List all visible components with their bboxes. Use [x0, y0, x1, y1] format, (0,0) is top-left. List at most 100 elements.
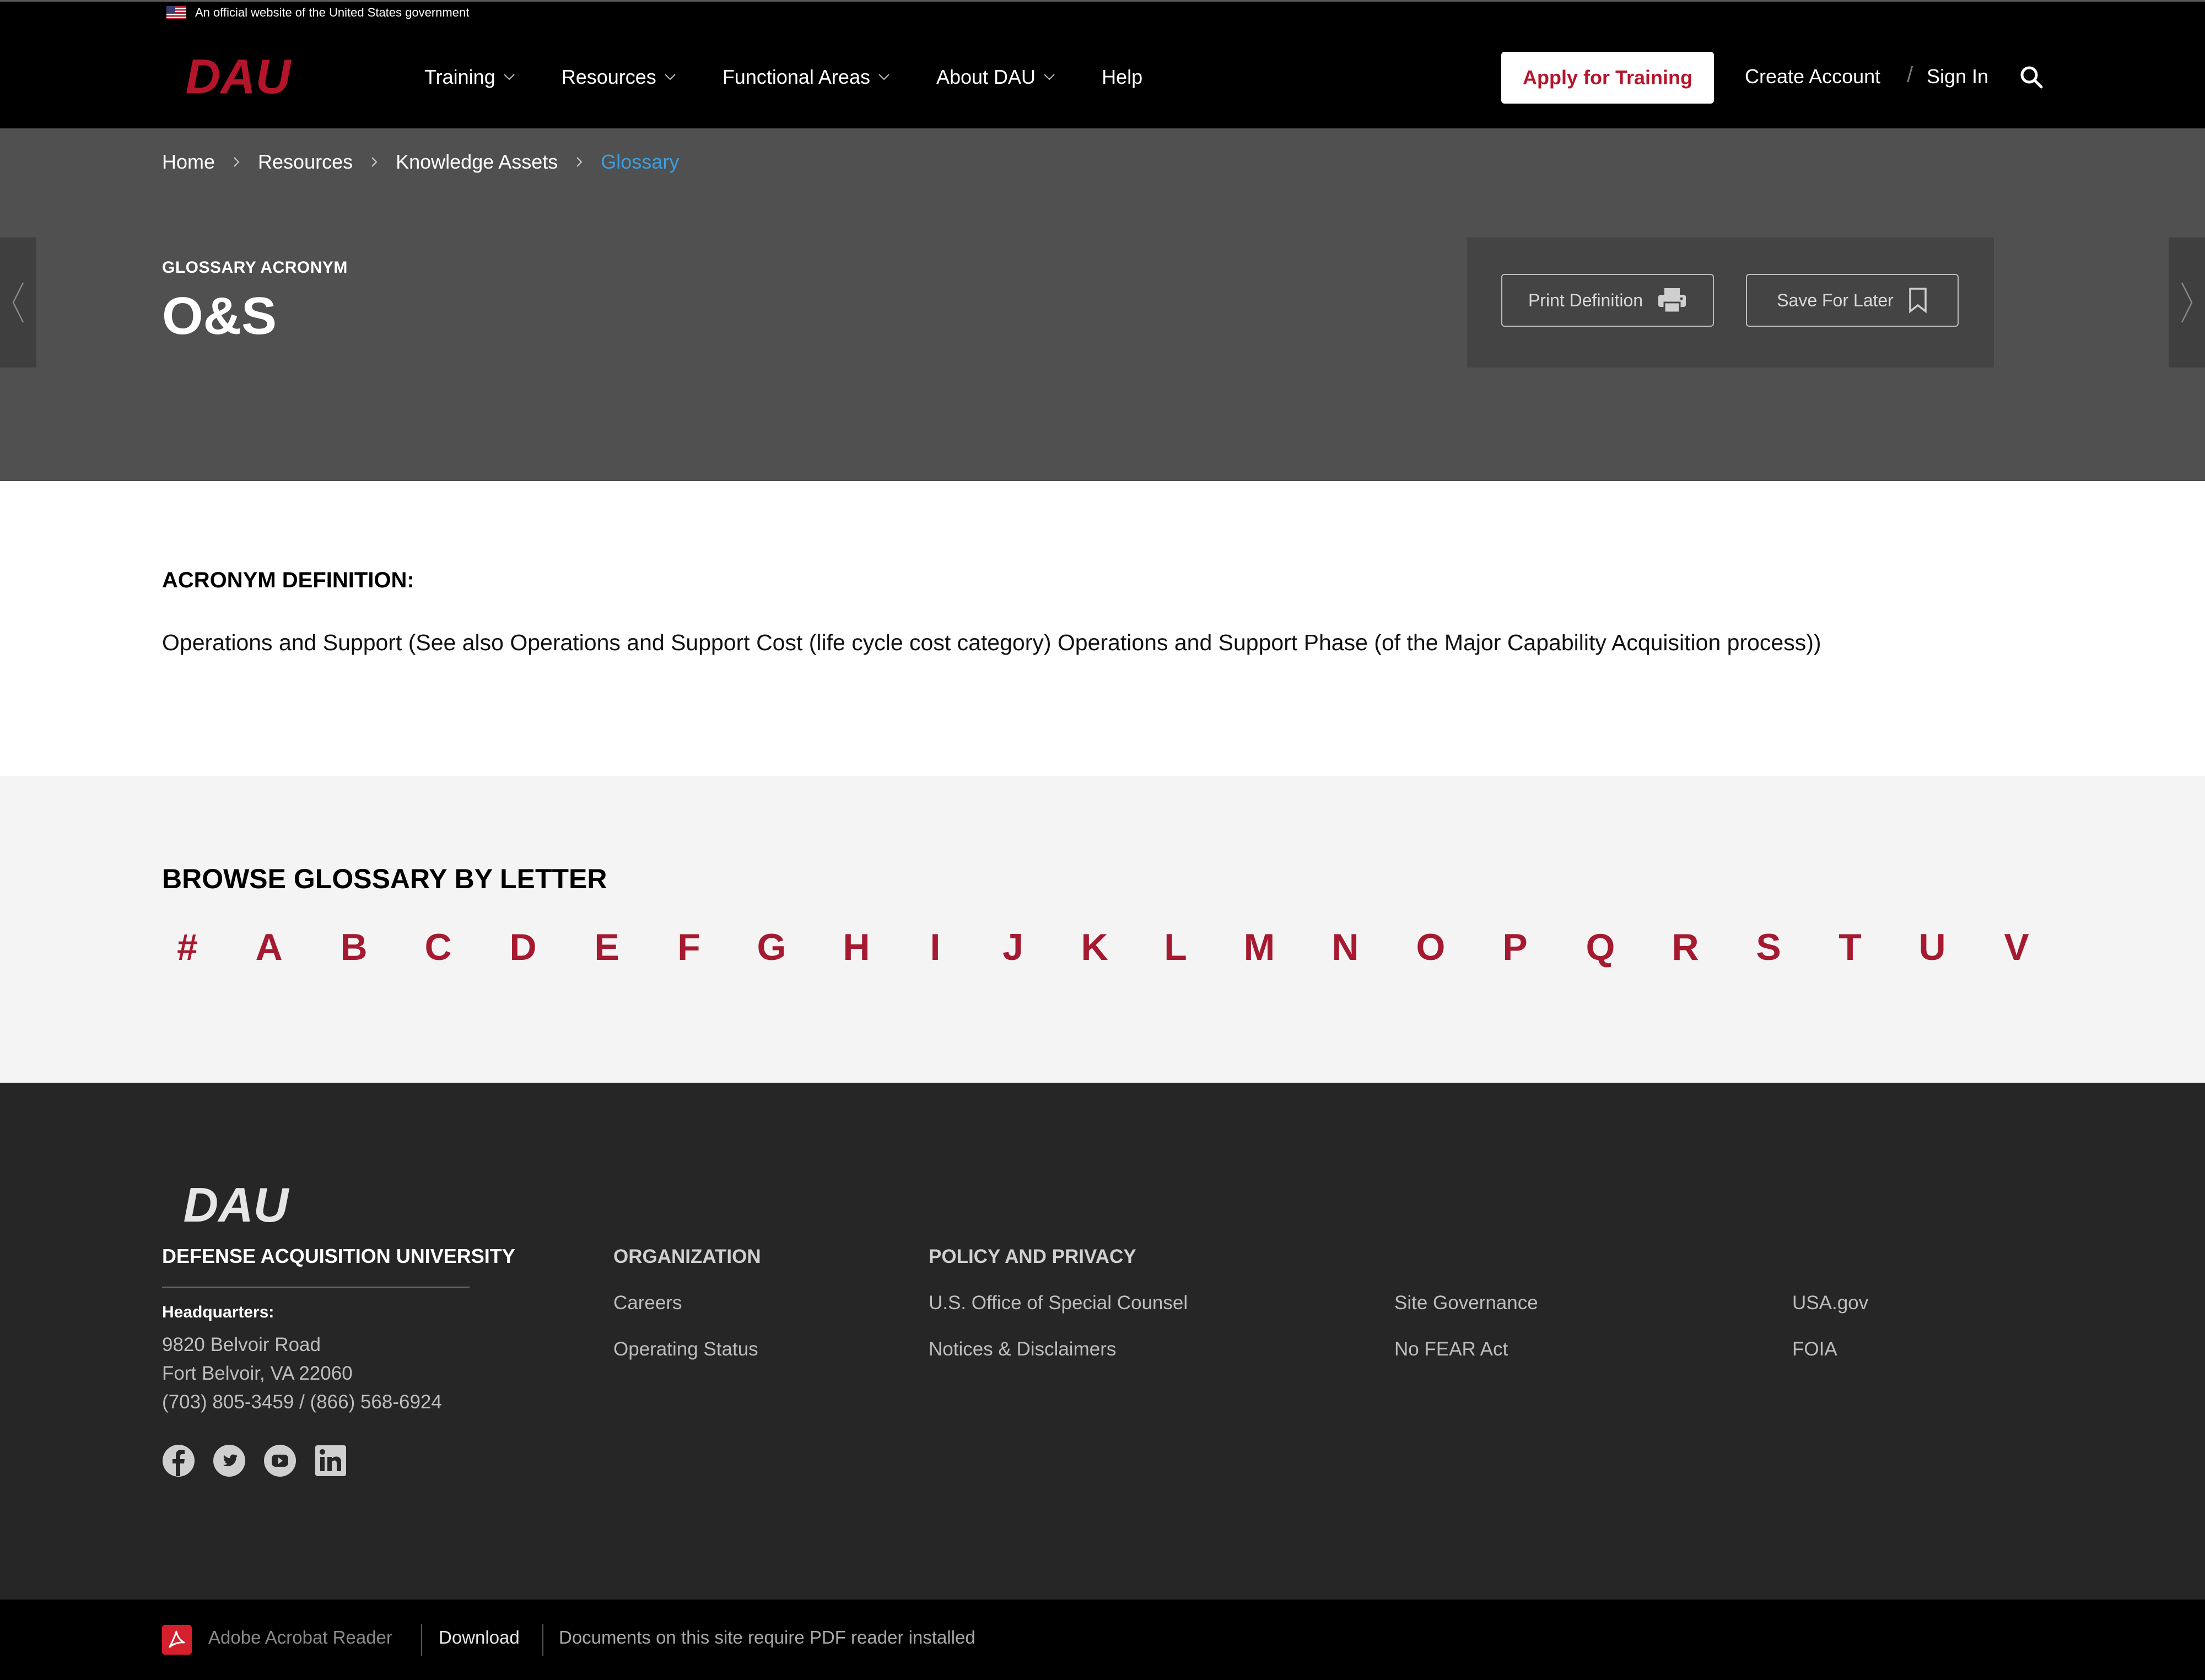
svg-text:DAU: DAU: [184, 1181, 290, 1230]
nav-functional-areas-label: Functional Areas: [722, 66, 870, 88]
gov-banner-text: An official website of the United States…: [195, 6, 470, 19]
printer-icon: [1658, 288, 1686, 314]
university-name: DEFENSE ACQUISITION UNIVERSITY: [162, 1245, 515, 1267]
letter-link[interactable]: C: [416, 926, 460, 969]
letter-link[interactable]: F: [667, 926, 711, 969]
create-account-link[interactable]: Create Account: [1745, 65, 1880, 88]
letter-link[interactable]: Q: [1578, 926, 1622, 969]
browse-heading: BROWSE GLOSSARY BY LETTER: [162, 863, 607, 894]
browse-section: BROWSE GLOSSARY BY LETTER # A B C D E F G H I J K L M…: [0, 776, 2205, 1083]
careers-link[interactable]: Careers: [613, 1292, 682, 1314]
nav-help-label: Help: [1102, 66, 1143, 88]
nav-help[interactable]: Help: [1102, 66, 1142, 89]
breadcrumb-glossary[interactable]: Glossary: [601, 150, 679, 174]
sign-in-link[interactable]: Sign In: [1927, 65, 1988, 88]
no-fear-act-link[interactable]: No FEAR Act: [1394, 1338, 1508, 1360]
pdf-reader-note: Documents on this site require PDF reade…: [559, 1627, 975, 1647]
letter-link[interactable]: H: [834, 926, 878, 969]
definition-text: Operations and Support (See also Operati…: [162, 630, 1821, 655]
letter-link[interactable]: B: [332, 926, 376, 969]
letter-link[interactable]: J: [991, 926, 1035, 969]
letter-link[interactable]: U: [1910, 926, 1954, 969]
operating-status-link[interactable]: Operating Status: [613, 1338, 758, 1360]
chevron-down-icon: [878, 74, 889, 80]
save-for-later-label: Save For Later: [1777, 290, 1894, 310]
notices-disclaimers-link[interactable]: Notices & Disclaimers: [929, 1338, 1116, 1360]
adobe-pdf-icon: [162, 1625, 192, 1655]
letter-link[interactable]: L: [1153, 926, 1198, 969]
previous-arrow-button[interactable]: [0, 237, 36, 368]
dau-logo[interactable]: DAU: [164, 52, 312, 102]
search-icon[interactable]: [2019, 65, 2044, 89]
phone-numbers: (703) 805-3459 / (866) 568-6924: [162, 1391, 442, 1413]
breadcrumb: Home Resources Knowledge Assets Glossary: [162, 150, 679, 174]
letter-link[interactable]: N: [1323, 926, 1367, 969]
breadcrumb-home[interactable]: Home: [162, 150, 215, 174]
headquarters-label: Headquarters:: [162, 1303, 274, 1321]
breadcrumb-resources[interactable]: Resources: [258, 150, 353, 174]
chevron-down-icon: [504, 74, 515, 80]
bookmark-icon: [1909, 288, 1927, 314]
acrobat-reader-label: Adobe Acrobat Reader: [208, 1627, 392, 1647]
print-definition-button[interactable]: Print Definition: [1501, 274, 1714, 327]
letter-link[interactable]: K: [1072, 926, 1117, 969]
glossary-acronym-label: GLOSSARY ACRONYM: [162, 258, 348, 277]
definition-section: ACRONYM DEFINITION: Operations and Suppo…: [0, 481, 2205, 776]
letter-link[interactable]: V: [1994, 926, 2039, 969]
letter-link[interactable]: P: [1493, 926, 1537, 969]
main-nav: Training Resources Functional Areas Abou…: [424, 61, 1189, 94]
letter-link[interactable]: R: [1663, 926, 1707, 969]
download-link[interactable]: Download: [439, 1627, 520, 1648]
chevron-right-icon: [371, 157, 378, 167]
organization-heading: ORGANIZATION: [613, 1246, 761, 1267]
pdf-reader-bar: Adobe Acrobat Reader Download Documents …: [0, 1600, 2205, 1680]
letter-link[interactable]: I: [913, 926, 957, 969]
site-governance-link[interactable]: Site Governance: [1394, 1292, 1538, 1314]
site-footer: DAU DEFENSE ACQUISITION UNIVERSITY Headq…: [0, 1083, 2205, 1600]
nav-resources[interactable]: Resources: [562, 66, 676, 89]
office-special-counsel-link[interactable]: U.S. Office of Special Counsel: [929, 1292, 1188, 1314]
foia-link[interactable]: FOIA: [1792, 1338, 1837, 1360]
chevron-right-icon: [234, 157, 240, 167]
twitter-icon[interactable]: [213, 1444, 246, 1477]
letter-link[interactable]: T: [1828, 926, 1872, 969]
youtube-icon[interactable]: [263, 1444, 296, 1477]
header-separator: /: [1907, 63, 1913, 87]
dau-footer-logo[interactable]: DAU: [162, 1181, 310, 1230]
policy-privacy-heading: POLICY AND PRIVACY: [929, 1246, 1136, 1267]
nav-about-dau[interactable]: About DAU: [936, 66, 1055, 89]
print-definition-label: Print Definition: [1528, 290, 1643, 310]
site-header: DAU Training Resources Functional Areas …: [0, 22, 2205, 128]
letter-link[interactable]: E: [585, 926, 629, 969]
nav-functional-areas[interactable]: Functional Areas: [723, 66, 890, 89]
action-panel: Print Definition Save For Later: [1467, 237, 1994, 368]
letter-link[interactable]: D: [501, 926, 545, 969]
usa-gov-link[interactable]: USA.gov: [1792, 1292, 1868, 1314]
chevron-down-icon: [1044, 74, 1055, 80]
linkedin-icon[interactable]: [314, 1444, 347, 1477]
apply-for-training-button[interactable]: Apply for Training: [1501, 52, 1714, 104]
bar-separator: [421, 1624, 422, 1656]
nav-about-dau-label: About DAU: [936, 66, 1036, 88]
letter-link[interactable]: #: [165, 926, 209, 969]
chevron-left-icon: [12, 282, 24, 323]
letter-link[interactable]: A: [247, 926, 291, 969]
letter-link[interactable]: G: [750, 926, 794, 969]
facebook-icon[interactable]: [162, 1444, 195, 1477]
save-for-later-button[interactable]: Save For Later: [1746, 274, 1959, 327]
address-line-1: 9820 Belvoir Road: [162, 1334, 321, 1355]
next-arrow-button[interactable]: [2169, 237, 2205, 368]
chevron-right-icon: [2181, 282, 2193, 323]
letter-link[interactable]: M: [1237, 926, 1281, 969]
page-title: O&S: [162, 287, 277, 345]
nav-training[interactable]: Training: [424, 66, 515, 89]
letter-link[interactable]: S: [1746, 926, 1791, 969]
breadcrumb-knowledge-assets[interactable]: Knowledge Assets: [396, 150, 558, 174]
chevron-down-icon: [665, 74, 676, 80]
bar-separator: [542, 1624, 543, 1656]
footer-divider: [162, 1287, 470, 1288]
nav-training-label: Training: [424, 66, 495, 88]
letter-link[interactable]: O: [1409, 926, 1453, 969]
nav-resources-label: Resources: [561, 66, 656, 88]
gov-banner: An official website of the United States…: [0, 0, 2205, 22]
